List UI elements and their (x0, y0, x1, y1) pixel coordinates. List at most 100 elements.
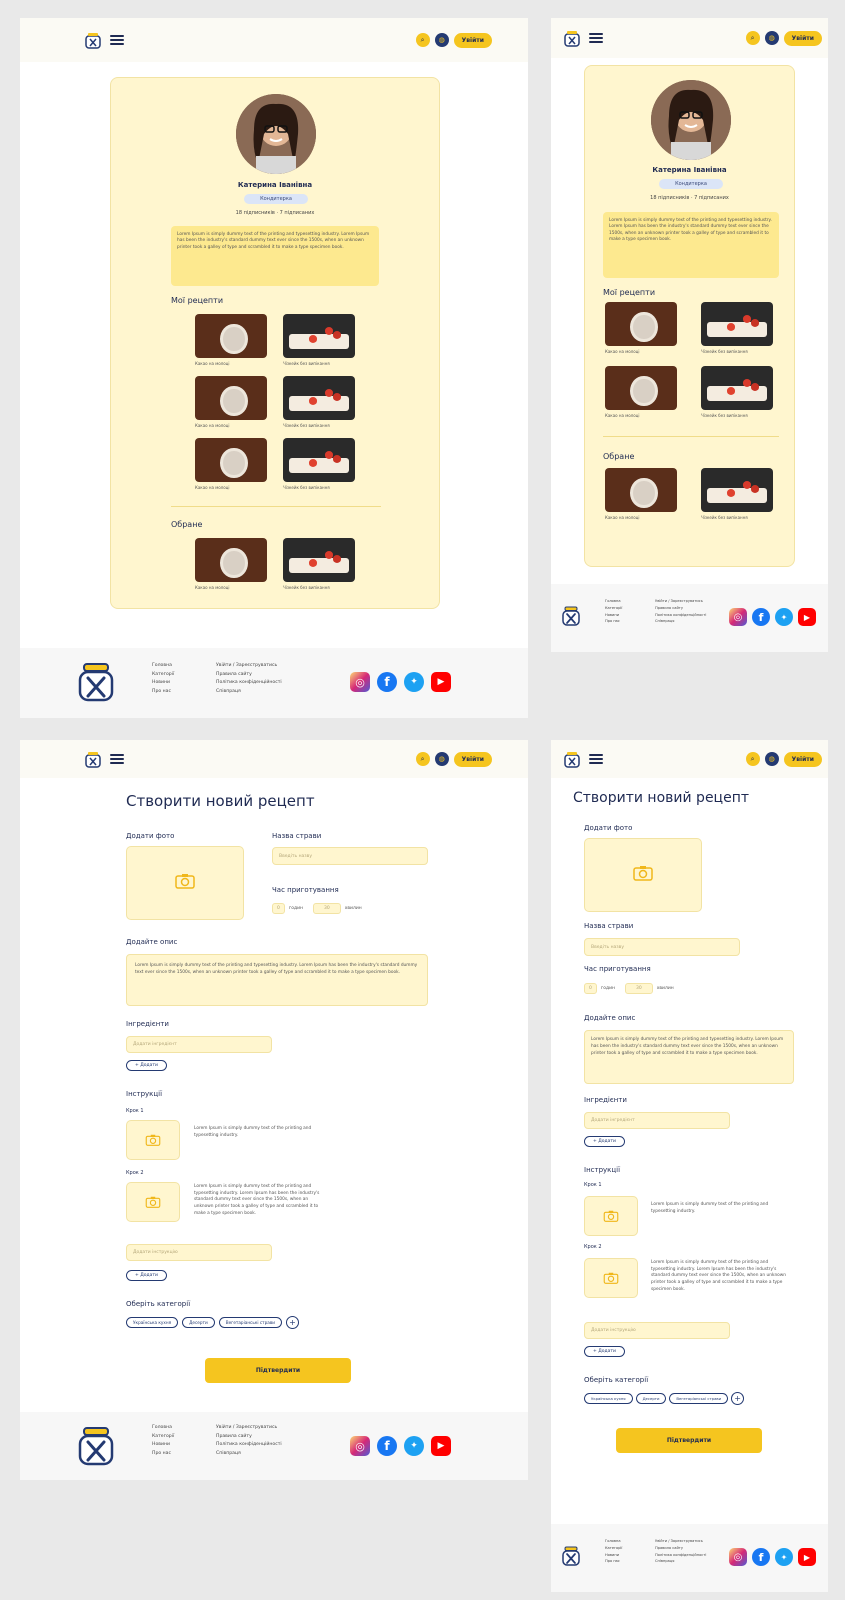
add-category-icon[interactable]: + (286, 1316, 300, 1329)
photo-upload[interactable] (126, 846, 244, 920)
footer-link[interactable]: Новини (605, 1552, 622, 1559)
globe-icon[interactable]: ◍ (764, 752, 779, 766)
footer-link[interactable]: Про нас (605, 1558, 622, 1565)
footer-link[interactable]: Політика конфіденційності (655, 612, 706, 619)
confirm-button[interactable]: Підтвердити (205, 1358, 351, 1383)
youtube-icon[interactable]: ▶ (431, 672, 451, 692)
ingredient-input[interactable]: Додати інгредієнт (584, 1112, 730, 1129)
login-button[interactable]: Увійти (783, 30, 822, 46)
recipe-card[interactable]: Какао на молоці (195, 438, 267, 490)
recipe-card[interactable]: Какао на молоці (605, 468, 677, 520)
menu-icon[interactable] (589, 754, 603, 764)
youtube-icon[interactable]: ▶ (431, 1436, 451, 1456)
category-chip[interactable]: Десерти (182, 1317, 215, 1328)
step-2-text[interactable]: Lorem Ipsum is simply dummy text of the … (651, 1260, 791, 1293)
logo-icon[interactable] (82, 748, 104, 770)
instagram-icon[interactable]: ◎ (729, 1548, 747, 1566)
step-2-photo[interactable] (584, 1258, 638, 1298)
facebook-icon[interactable]: f (377, 672, 397, 692)
add-step-button[interactable]: + Додати (126, 1270, 167, 1281)
footer-link[interactable]: Політика конфіденційності (655, 1552, 706, 1559)
step-1-text[interactable]: Lorem Ipsum is simply dummy text of the … (194, 1126, 324, 1139)
dish-name-input[interactable]: Введіть назву (272, 847, 428, 865)
globe-icon[interactable]: ◍ (764, 31, 779, 45)
add-ingredient-button[interactable]: + Додати (584, 1136, 625, 1147)
dish-name-input[interactable]: Введіть назву (584, 938, 740, 956)
recipe-card[interactable]: Чізкейк без випікання (283, 376, 355, 428)
footer-link[interactable]: Увійти / Зареєструватись (216, 1424, 282, 1433)
search-icon[interactable]: ⌕ (745, 752, 760, 766)
hours-input[interactable]: 0 (272, 903, 285, 914)
twitter-icon[interactable]: ✦ (404, 1436, 424, 1456)
category-chip[interactable]: Десерти (635, 1393, 667, 1404)
logo-icon[interactable] (561, 748, 583, 770)
footer-link[interactable]: Головна (605, 1538, 622, 1545)
category-chip[interactable]: Вегетаріанські страви (669, 1393, 729, 1404)
logo-icon[interactable] (82, 29, 104, 51)
footer-link[interactable]: Правила сайту (216, 671, 282, 680)
facebook-icon[interactable]: f (377, 1436, 397, 1456)
recipe-card[interactable]: Чізкейк без випікання (283, 538, 355, 590)
search-icon[interactable]: ⌕ (415, 33, 430, 47)
description-textarea[interactable]: Lorem Ipsum is simply dummy text of the … (126, 954, 428, 1006)
step-input[interactable]: Додати інструкцію (126, 1244, 272, 1261)
facebook-icon[interactable]: f (752, 608, 770, 626)
menu-icon[interactable] (589, 33, 603, 43)
youtube-icon[interactable]: ▶ (798, 1548, 816, 1566)
recipe-card[interactable]: Какао на молоці (195, 376, 267, 428)
step-1-photo[interactable] (126, 1120, 180, 1160)
footer-link[interactable]: Новини (152, 1441, 174, 1450)
menu-icon[interactable] (110, 35, 124, 45)
youtube-icon[interactable]: ▶ (798, 608, 816, 626)
footer-link[interactable]: Співпраця (216, 1450, 282, 1459)
step-1-photo[interactable] (584, 1196, 638, 1236)
footer-link[interactable]: Співпраця (655, 618, 706, 625)
recipe-card[interactable]: Какао на молоці (605, 366, 677, 418)
footer-link[interactable]: Увійти / Зареєструватись (655, 598, 706, 605)
step-2-photo[interactable] (126, 1182, 180, 1222)
footer-logo-icon[interactable] (72, 658, 120, 710)
footer-logo-icon[interactable] (72, 1422, 120, 1474)
footer-link[interactable]: Співпраця (655, 1558, 706, 1565)
photo-upload[interactable] (584, 838, 702, 912)
step-2-text[interactable]: Lorem Ipsum is simply dummy text of the … (194, 1184, 324, 1217)
menu-icon[interactable] (110, 754, 124, 764)
footer-link[interactable]: Політика конфіденційності (216, 679, 282, 688)
footer-link[interactable]: Співпраця (216, 688, 282, 697)
footer-link[interactable]: Головна (152, 662, 174, 671)
facebook-icon[interactable]: f (752, 1548, 770, 1566)
twitter-icon[interactable]: ✦ (404, 672, 424, 692)
description-textarea[interactable]: Lorem Ipsum is simply dummy text of the … (584, 1030, 794, 1084)
recipe-card[interactable]: Какао на молоці (195, 538, 267, 590)
instagram-icon[interactable]: ◎ (350, 672, 370, 692)
step-1-text[interactable]: Lorem Ipsum is simply dummy text of the … (651, 1202, 791, 1215)
footer-link[interactable]: Категорії (152, 671, 174, 680)
recipe-card[interactable]: Чізкейк без випікання (701, 468, 773, 520)
minutes-input[interactable]: 30 (312, 903, 341, 914)
instagram-icon[interactable]: ◎ (350, 1436, 370, 1456)
category-chip[interactable]: Вегетаріанські страви (218, 1317, 283, 1328)
add-step-button[interactable]: + Додати (584, 1346, 625, 1357)
footer-link[interactable]: Увійти / Зареєструватись (216, 662, 282, 671)
globe-icon[interactable]: ◍ (434, 33, 449, 47)
footer-link[interactable]: Правила сайту (655, 1545, 706, 1552)
login-button[interactable]: Увійти (783, 751, 822, 767)
recipe-card[interactable]: Чізкейк без випікання (701, 302, 773, 354)
footer-link[interactable]: Правила сайту (216, 1433, 282, 1442)
add-category-icon[interactable]: + (731, 1392, 745, 1405)
recipe-card[interactable]: Чізкейк без випікання (283, 438, 355, 490)
search-icon[interactable]: ⌕ (415, 752, 430, 766)
hours-input[interactable]: 0 (584, 983, 597, 994)
logo-icon[interactable] (561, 27, 583, 49)
footer-link[interactable]: Політика конфіденційності (216, 1441, 282, 1450)
category-chip[interactable]: Українська кухня (584, 1393, 633, 1404)
ingredient-input[interactable]: Додати інгредієнт (126, 1036, 272, 1053)
twitter-icon[interactable]: ✦ (775, 1548, 793, 1566)
instagram-icon[interactable]: ◎ (729, 608, 747, 626)
recipe-card[interactable]: Какао на молоці (195, 314, 267, 366)
footer-logo-icon[interactable] (559, 1544, 583, 1572)
footer-link[interactable]: Категорії (605, 605, 622, 612)
footer-link[interactable]: Про нас (605, 618, 622, 625)
login-button[interactable]: Увійти (453, 751, 492, 767)
footer-link[interactable]: Новини (152, 679, 174, 688)
